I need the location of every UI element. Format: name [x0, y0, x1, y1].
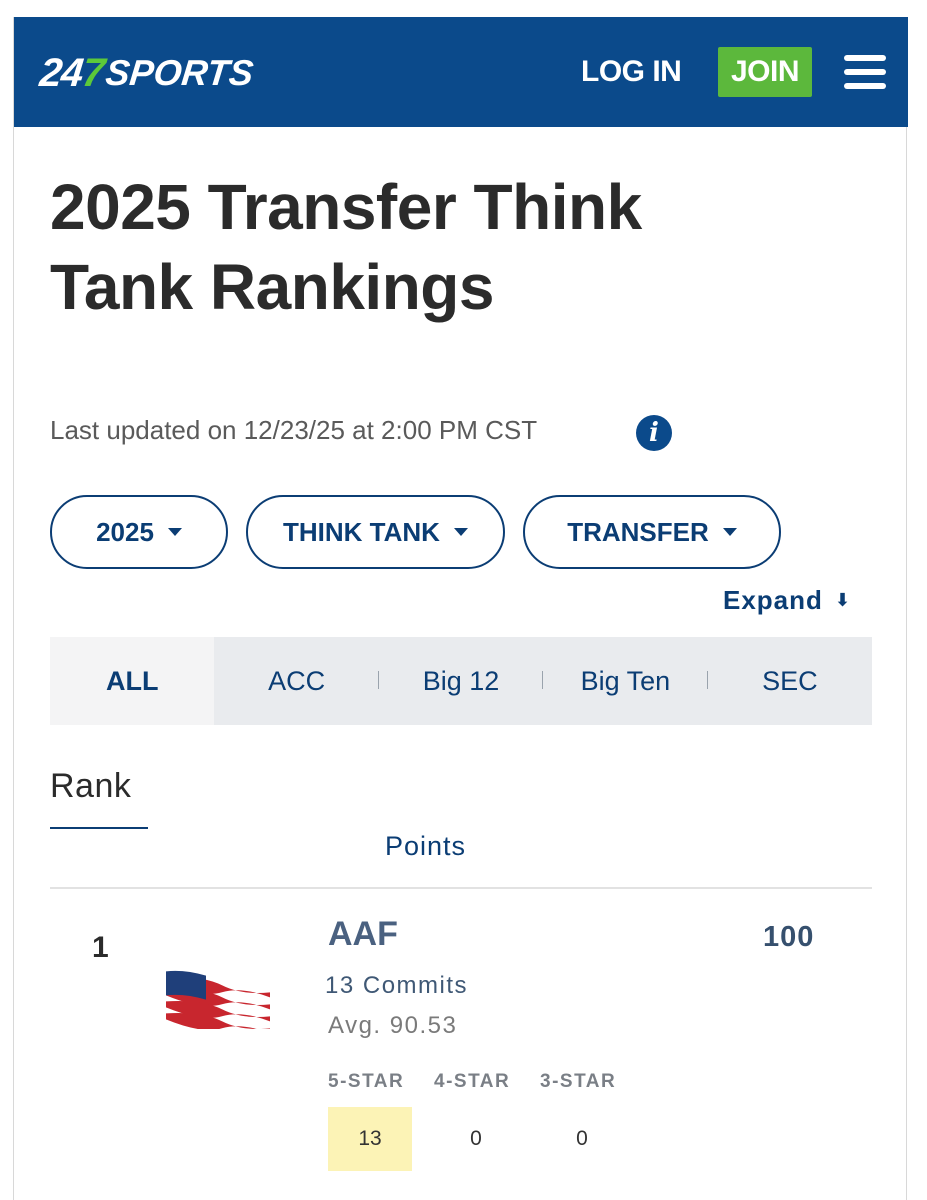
last-updated-text: Last updated on 12/23/25 at 2:00 PM CST — [50, 415, 538, 445]
year-filter-dropdown[interactable]: 2025 — [50, 495, 228, 569]
caret-down-icon — [722, 528, 737, 536]
expand-button[interactable]: Expand ⬇ — [723, 585, 851, 616]
site-logo[interactable]: 24 7 SPORTS — [37, 47, 256, 99]
conference-tabs: ALL ACC Big 12 Big Ten SEC — [50, 637, 872, 725]
tab-big-ten[interactable]: Big Ten — [543, 637, 708, 725]
american-flag-icon — [166, 970, 270, 1029]
rank-column-header[interactable]: Rank — [50, 767, 131, 806]
year-filter-label: 2025 — [96, 516, 154, 547]
four-star-count: 0 — [470, 1127, 482, 1150]
page-title: 2025 Transfer Think Tank Rankings — [50, 171, 642, 323]
tab-label: ALL — [105, 665, 159, 696]
tab-label: SEC — [762, 665, 818, 696]
tab-sec[interactable]: SEC — [708, 637, 872, 725]
login-link[interactable]: LOG IN — [581, 55, 682, 89]
expand-label: Expand — [723, 585, 823, 615]
tab-all[interactable]: ALL — [50, 637, 215, 725]
logo-seven: 7 — [80, 50, 107, 95]
ranking-type-filter-label: THINK TANK — [283, 516, 440, 547]
tab-acc[interactable]: ACC — [214, 637, 379, 725]
five-star-label: 5-STAR — [328, 1071, 405, 1092]
four-star-label: 4-STAR — [434, 1071, 511, 1092]
three-star-count: 0 — [576, 1127, 588, 1150]
tab-big-12[interactable]: Big 12 — [379, 637, 544, 725]
tab-label: Big Ten — [580, 665, 671, 696]
category-filter-label: TRANSFER — [567, 516, 709, 547]
three-star-label: 3-STAR — [540, 1071, 617, 1092]
arrow-down-icon: ⬇ — [834, 590, 852, 610]
join-button[interactable]: JOIN — [718, 47, 812, 97]
category-filter-dropdown[interactable]: TRANSFER — [523, 495, 781, 569]
top-navigation-bar: 24 7 SPORTS LOG IN JOIN — [14, 17, 908, 127]
team-points: 100 — [763, 921, 815, 953]
ranking-type-filter-dropdown[interactable]: THINK TANK — [246, 495, 505, 569]
hamburger-menu-icon[interactable] — [844, 55, 886, 89]
points-column-header[interactable]: Points — [385, 831, 466, 862]
caret-down-icon — [167, 528, 182, 536]
caret-down-icon — [453, 528, 468, 536]
table-divider — [50, 887, 872, 889]
row-rank: 1 — [92, 931, 109, 964]
info-icon[interactable]: i — [636, 415, 672, 451]
logo-suffix: SPORTS — [103, 52, 256, 93]
team-name[interactable]: AAF — [328, 915, 398, 954]
average-rating: Avg. 90.53 — [328, 1012, 458, 1039]
five-star-count: 13 — [328, 1107, 412, 1171]
tab-label: Big 12 — [422, 665, 500, 696]
logo-prefix: 24 — [37, 50, 85, 95]
page-frame: 24 7 SPORTS LOG IN JOIN 2025 Transfer Thin… — [13, 17, 908, 1200]
commits-link[interactable]: 13 Commits — [325, 972, 468, 1000]
rank-header-underline — [50, 827, 148, 829]
tab-label: ACC — [268, 665, 326, 696]
